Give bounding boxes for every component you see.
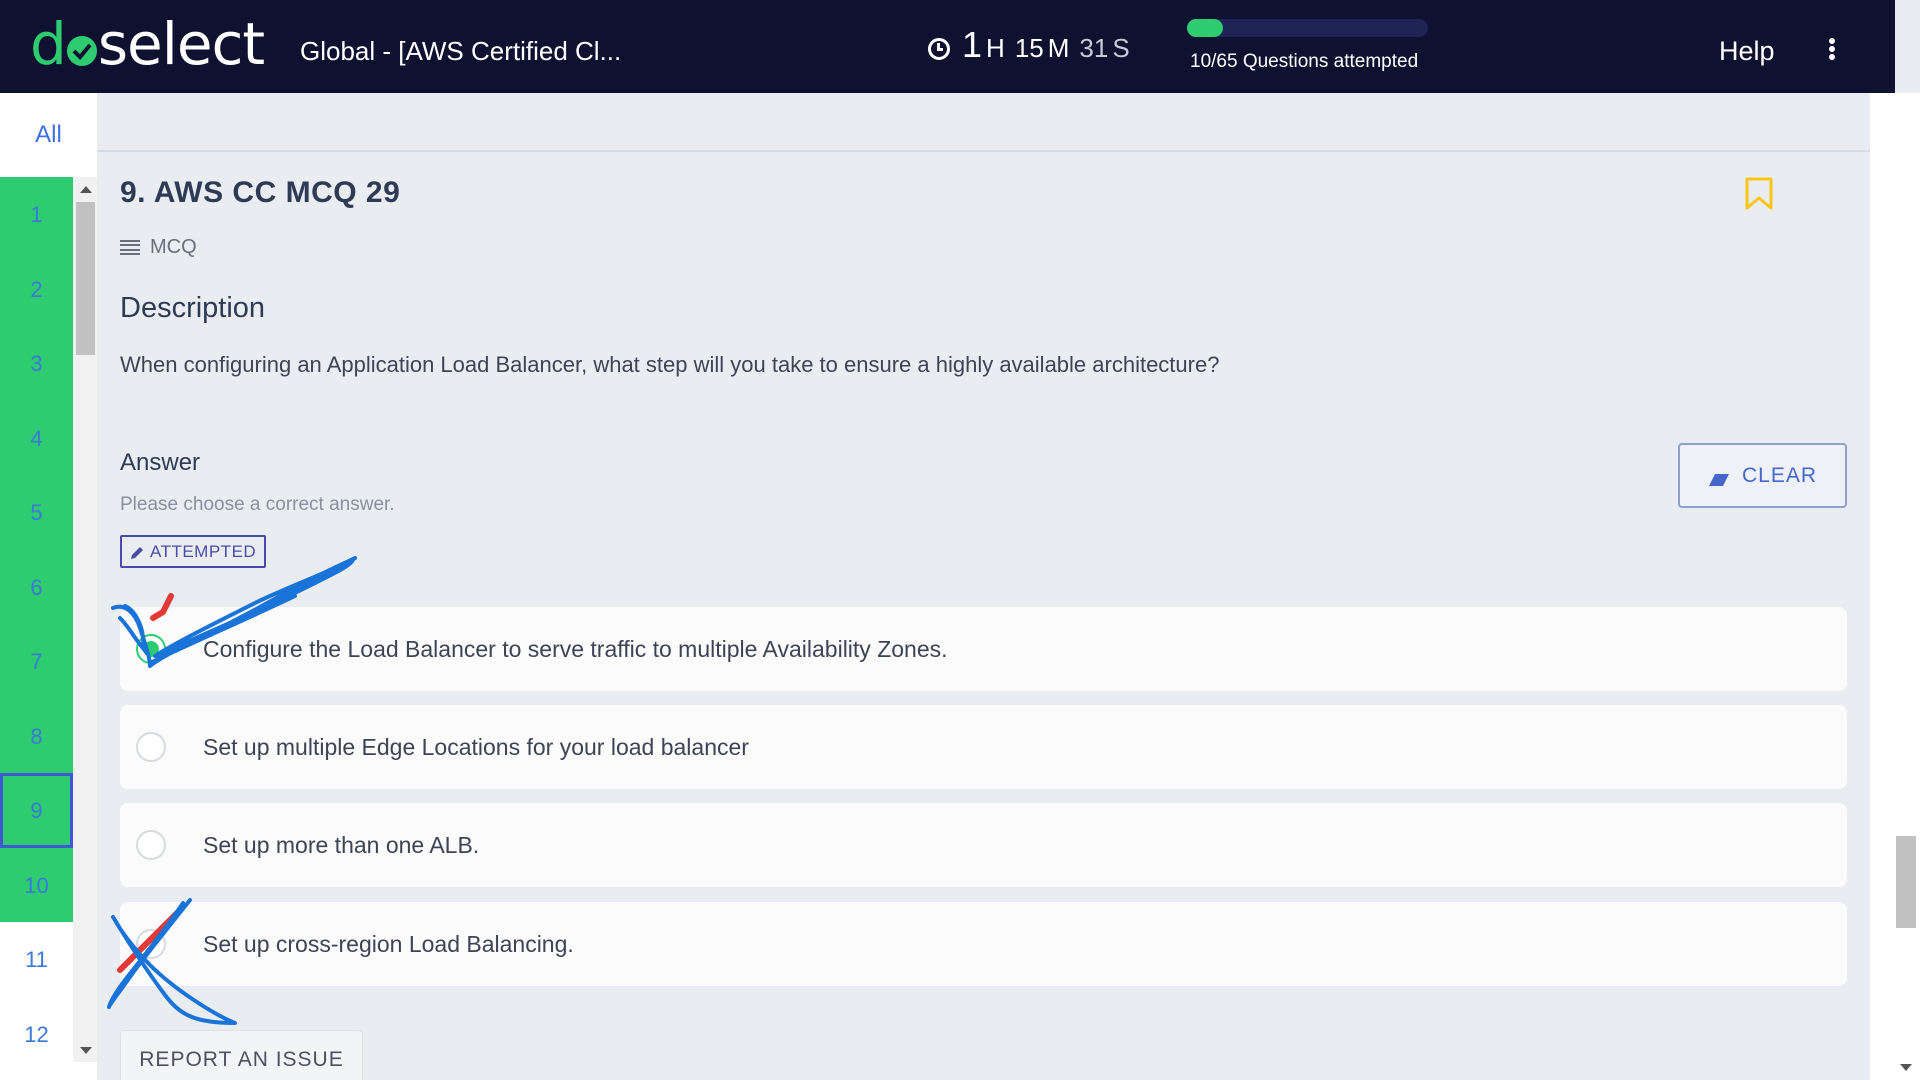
question-description: When configuring an Application Load Bal… (120, 352, 1220, 377)
answer-option-1[interactable]: Configure the Load Balancer to serve tra… (120, 607, 1847, 691)
question-nav-item-4[interactable]: 4 (0, 401, 73, 476)
option-text-3: Set up more than one ALB. (203, 831, 480, 858)
option-text-4: Set up cross-region Load Balancing. (203, 930, 574, 957)
option-radio-2[interactable] (136, 732, 166, 762)
status-badge-label: ATTEMPTED (150, 541, 257, 561)
option-text-2: Set up multiple Edge Locations for your … (203, 733, 749, 760)
answer-hint: Please choose a correct answer. (120, 494, 395, 515)
answer-option-3[interactable]: Set up more than one ALB. (120, 803, 1847, 887)
option-radio-4[interactable] (136, 929, 166, 959)
progress-label: 10/65 Questions attempted (1190, 51, 1419, 72)
option-radio-1[interactable] (136, 634, 166, 664)
status-badge: ATTEMPTED (120, 535, 267, 568)
timer-seconds-unit: S (1112, 33, 1130, 63)
question-nav-item-9[interactable]: 9 (0, 773, 73, 848)
clock-icon (928, 38, 950, 60)
question-nav-item-5[interactable]: 5 (0, 475, 73, 550)
navigator-scroll-down-icon[interactable] (80, 1047, 92, 1054)
question-nav-item-11[interactable]: 11 (0, 922, 73, 997)
logo-letter-d: d (30, 10, 67, 78)
question-nav-item-3[interactable]: 3 (0, 326, 73, 401)
question-type-label: MCQ (150, 236, 197, 258)
option-radio-3[interactable] (136, 830, 166, 860)
list-icon (120, 239, 140, 256)
logo-text: select (97, 10, 265, 78)
progress-bar-fill (1187, 19, 1224, 37)
test-title: Global - [AWS Certified Cl... (300, 36, 622, 66)
countdown-timer: 1 H 15 M 31 S (928, 24, 1130, 66)
timer-minutes-unit: M (1047, 33, 1070, 63)
page-right-strip (1870, 93, 1920, 1080)
bookmark-icon[interactable] (1745, 177, 1773, 216)
question-nav-item-8[interactable]: 8 (0, 699, 73, 774)
question-title: 9. AWS CC MCQ 29 (120, 176, 401, 209)
report-issue-button[interactable]: REPORT AN ISSUE (120, 1030, 363, 1080)
progress-bar (1187, 19, 1428, 37)
description-heading: Description (120, 292, 266, 324)
top-bar: d select Global - [AWS Certified Cl... 1 … (0, 0, 1895, 93)
timer-hours-unit: H (986, 33, 1005, 63)
navigator-scroll-up-icon[interactable] (80, 186, 92, 193)
option-text-1: Configure the Load Balancer to serve tra… (203, 635, 948, 662)
eraser-icon (1708, 469, 1729, 486)
tab-all-questions[interactable]: All (0, 93, 97, 177)
question-nav-item-7[interactable]: 7 (0, 624, 73, 699)
page-scroll-down-arrow-icon[interactable] (1900, 1064, 1912, 1071)
kebab-menu-icon[interactable] (1829, 38, 1837, 60)
question-type: MCQ (120, 236, 197, 259)
answer-option-4[interactable]: Set up cross-region Load Balancing. (120, 902, 1847, 986)
timer-seconds: 31 (1079, 33, 1109, 63)
question-nav-item-10[interactable]: 10 (0, 848, 73, 923)
question-nav-item-1[interactable]: 1 (0, 177, 73, 252)
clear-button-label: CLEAR (1741, 463, 1818, 487)
timer-hours: 1 (962, 24, 983, 65)
question-nav-item-12[interactable]: 12 (0, 997, 73, 1072)
page-scrollbar-thumb[interactable] (1896, 836, 1916, 928)
question-nav-item-2[interactable]: 2 (0, 252, 73, 327)
navigator-scrollbar-thumb[interactable] (76, 202, 95, 355)
content-divider (97, 150, 1870, 152)
answer-option-2[interactable]: Set up multiple Edge Locations for your … (120, 705, 1847, 789)
answer-heading: Answer (120, 449, 201, 476)
pencil-icon (130, 545, 144, 559)
question-nav-item-6[interactable]: 6 (0, 550, 73, 625)
help-link[interactable]: Help (1719, 36, 1775, 67)
timer-minutes: 15 (1014, 33, 1044, 63)
clear-button[interactable]: CLEAR (1678, 443, 1847, 508)
logo-check-icon (66, 36, 97, 66)
doselect-logo[interactable]: d select (30, 10, 265, 78)
